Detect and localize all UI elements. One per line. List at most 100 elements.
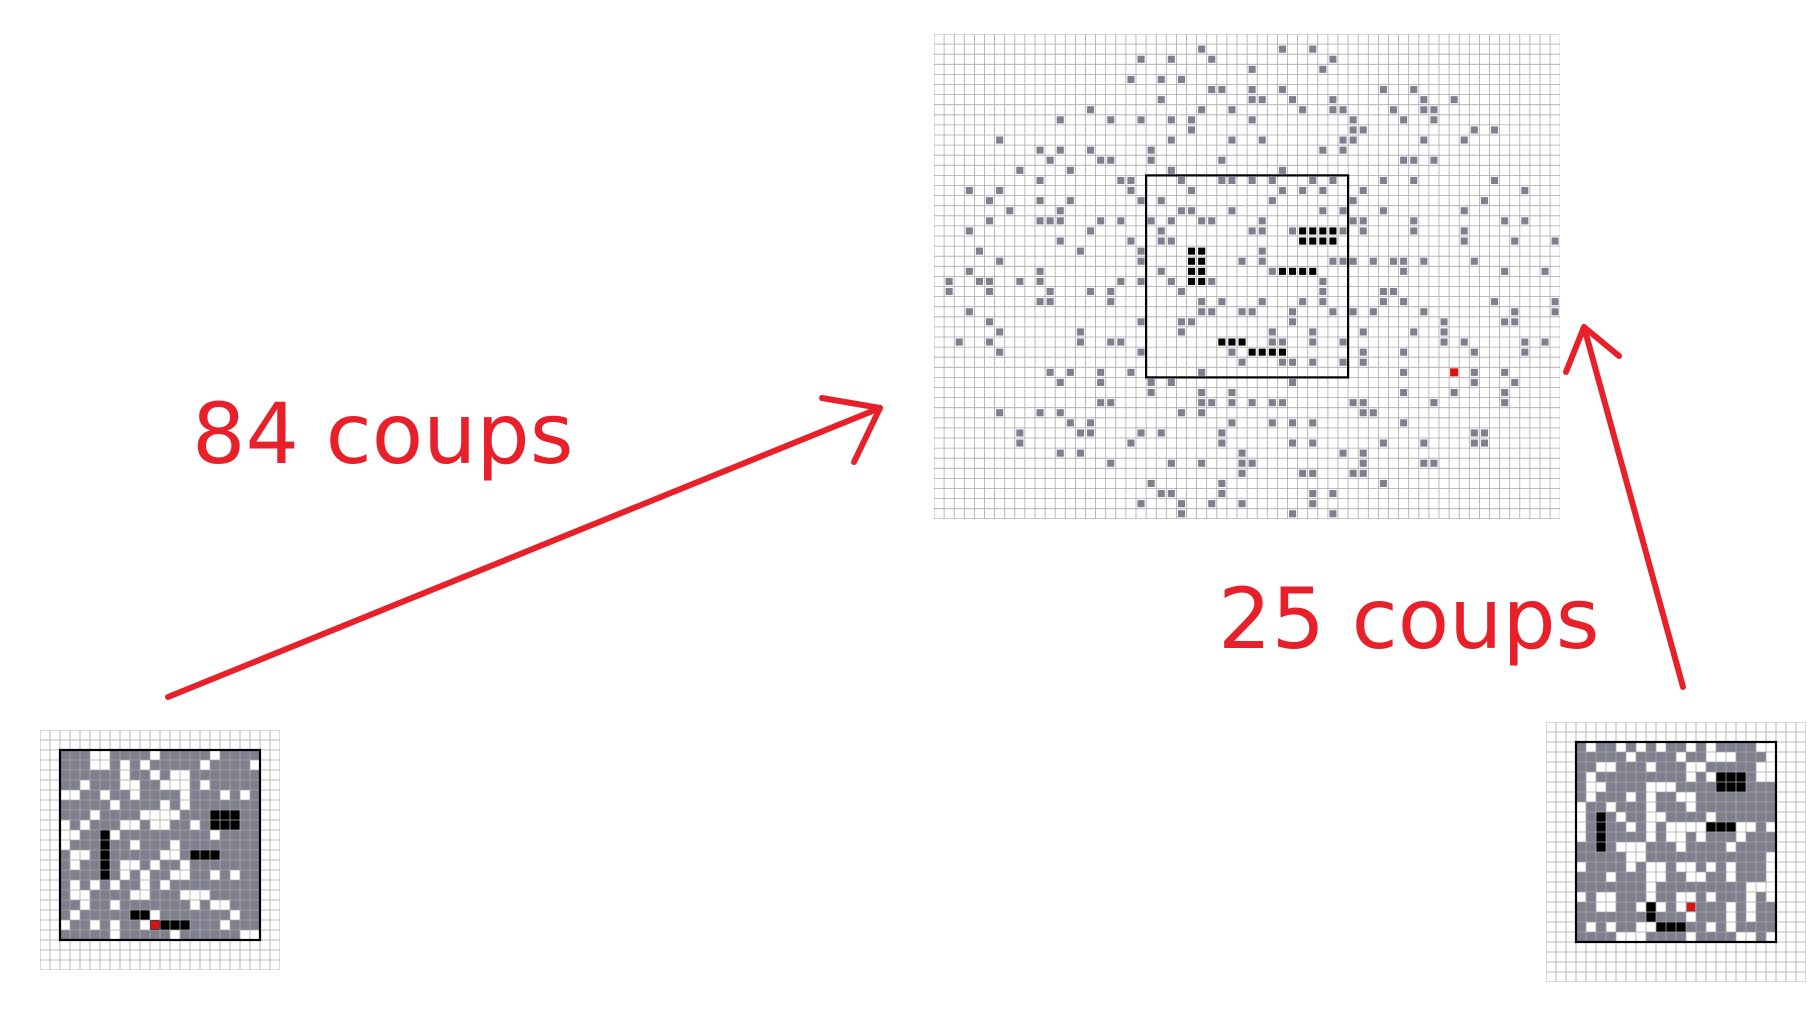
gray-cell	[1329, 55, 1337, 63]
gray-cell	[1147, 479, 1155, 487]
gray-cell	[1696, 912, 1706, 922]
gray-cell	[1606, 882, 1616, 892]
gray-cell	[110, 780, 120, 790]
gray-cell	[1228, 389, 1236, 397]
gray-cell	[1756, 892, 1766, 902]
black-block-cell	[1656, 922, 1666, 932]
gray-cell	[70, 800, 80, 810]
gray-cell	[1208, 308, 1216, 316]
gray-cell	[1726, 832, 1736, 842]
gray-cell	[100, 900, 110, 910]
gray-cell	[1726, 802, 1736, 812]
gray-cell	[1666, 872, 1676, 882]
gray-cell	[1746, 922, 1756, 932]
gray-cell	[1676, 852, 1686, 862]
gray-cell	[1746, 872, 1756, 882]
gray-cell	[1576, 752, 1586, 762]
gray-cell	[1188, 116, 1196, 124]
gray-cell	[1606, 912, 1616, 922]
gray-cell	[180, 760, 190, 770]
gray-cell	[945, 277, 953, 285]
gray-cell	[1636, 872, 1646, 882]
gray-cell	[110, 870, 120, 880]
gray-cell	[1046, 288, 1054, 296]
gray-cell	[230, 840, 240, 850]
gray-cell	[1188, 126, 1196, 134]
gray-cell	[230, 850, 240, 860]
gray-cell	[130, 760, 140, 770]
black-block-cell	[1228, 338, 1236, 346]
board-start-right	[1546, 722, 1806, 982]
gray-cell	[160, 830, 170, 840]
gray-cell	[1248, 399, 1256, 407]
gray-cell	[1400, 156, 1408, 164]
gray-cell	[1736, 882, 1746, 892]
black-block-cell	[1726, 822, 1736, 832]
gray-cell	[1369, 308, 1377, 316]
gray-cell	[1616, 772, 1626, 782]
gray-cell	[1696, 742, 1706, 752]
gray-cell	[1268, 328, 1276, 336]
gray-cell	[1756, 842, 1766, 852]
gray-cell	[1137, 348, 1145, 356]
gray-cell	[130, 810, 140, 820]
gray-cell	[1666, 882, 1676, 892]
center-grid	[934, 34, 1561, 519]
gray-cell	[1400, 348, 1408, 356]
gray-cell	[1400, 298, 1408, 306]
gray-cell	[1706, 852, 1716, 862]
gray-cell	[1616, 862, 1626, 872]
gray-cell	[996, 409, 1004, 417]
gray-cell	[160, 770, 170, 780]
gray-cell	[1036, 298, 1044, 306]
gray-cell	[1586, 762, 1596, 772]
gray-cell	[1576, 852, 1586, 862]
gray-cell	[240, 780, 250, 790]
gray-cell	[1646, 752, 1656, 762]
black-block-cell	[1319, 227, 1327, 235]
gray-cell	[1248, 96, 1256, 104]
gray-cell	[60, 780, 70, 790]
gray-cell	[1087, 146, 1095, 154]
gray-cell	[240, 800, 250, 810]
gray-cell	[150, 850, 160, 860]
gray-cell	[1157, 227, 1165, 235]
gray-cell	[1460, 227, 1468, 235]
gray-cell	[130, 900, 140, 910]
gray-cell	[1656, 842, 1666, 852]
gray-cell	[1646, 742, 1656, 752]
gray-cell	[1218, 298, 1226, 306]
black-block-cell	[1596, 842, 1606, 852]
gray-cell	[1706, 872, 1716, 882]
gray-cell	[1218, 490, 1226, 498]
gray-cell	[1339, 106, 1347, 114]
gray-cell	[1596, 852, 1606, 862]
gray-cell	[250, 750, 260, 760]
gray-cell	[1616, 822, 1626, 832]
gray-cell	[1208, 399, 1216, 407]
gray-cell	[1238, 257, 1246, 265]
gray-cell	[1656, 802, 1666, 812]
gray-cell	[1616, 762, 1626, 772]
gray-cell	[100, 920, 110, 930]
gray-cell	[70, 750, 80, 760]
gray-cell	[1746, 832, 1756, 842]
gray-cell	[1746, 772, 1756, 782]
gray-cell	[1736, 752, 1746, 762]
gray-cell	[180, 830, 190, 840]
gray-cell	[1127, 237, 1135, 245]
gray-cell	[1470, 257, 1478, 265]
gray-cell	[1076, 429, 1084, 437]
gray-cell	[90, 850, 100, 860]
gray-cell	[110, 840, 120, 850]
gray-cell	[1046, 298, 1054, 306]
gray-cell	[200, 840, 210, 850]
black-block-cell	[160, 920, 170, 930]
gray-cell	[1420, 136, 1428, 144]
gray-cell	[1319, 207, 1327, 215]
gray-cell	[1576, 912, 1586, 922]
gray-cell	[1137, 429, 1145, 437]
gray-cell	[1666, 852, 1676, 862]
gray-cell	[1137, 277, 1145, 285]
gray-cell	[1666, 842, 1676, 852]
